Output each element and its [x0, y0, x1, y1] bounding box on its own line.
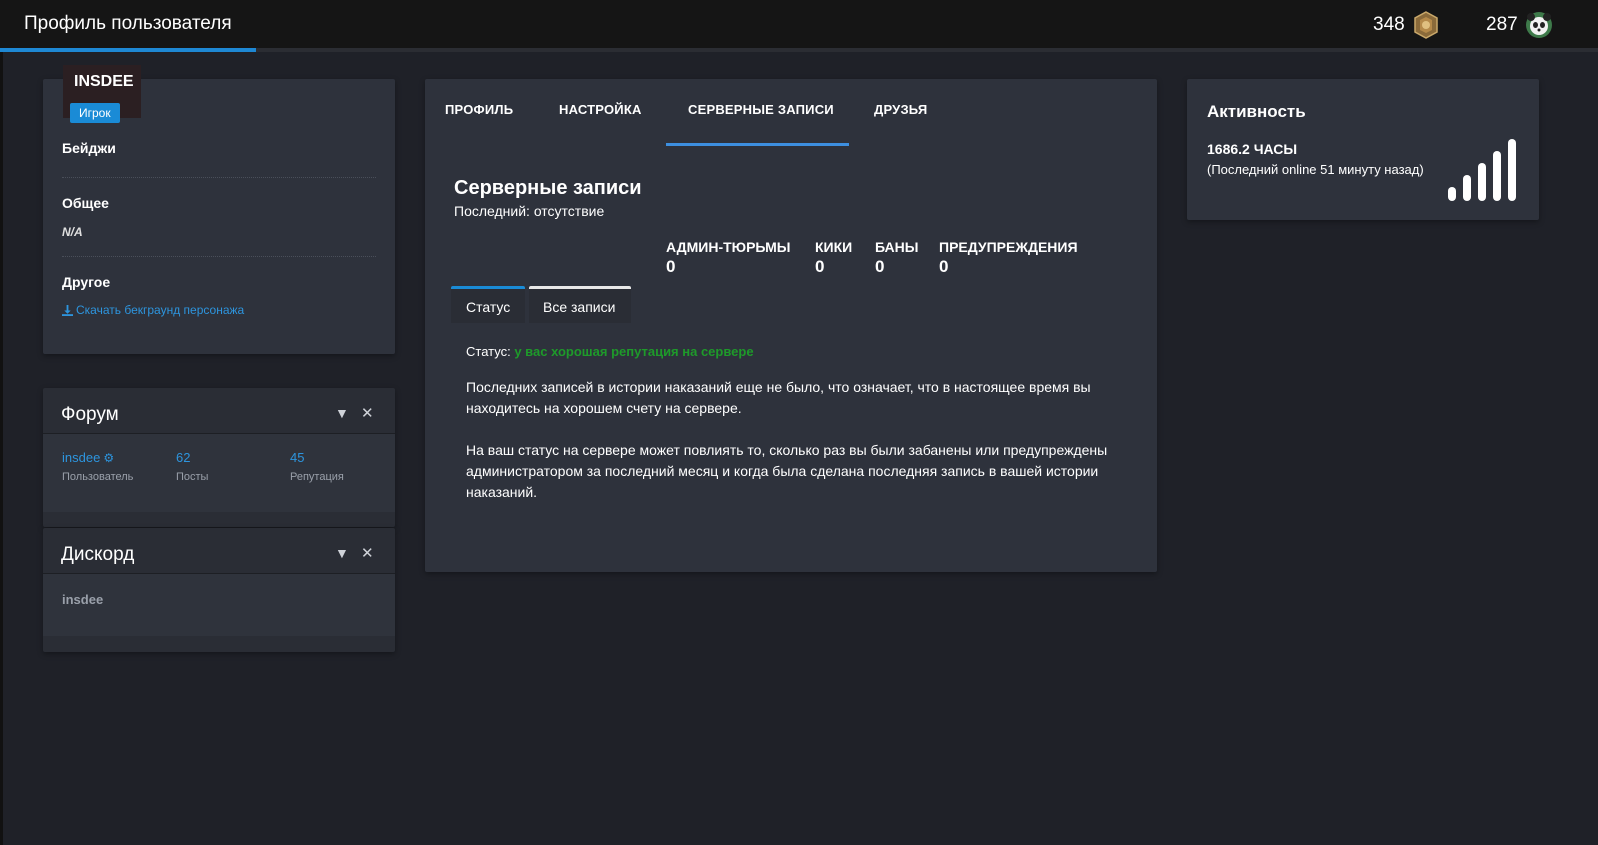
forum-widget-header: Форум ▼ ✕ [43, 388, 395, 434]
counter-value: 0 [875, 257, 885, 276]
close-icon[interactable]: ✕ [361, 544, 374, 562]
subtab-all-indicator [529, 286, 631, 289]
status-paragraph-2: На ваш статус на сервере может повлиять … [466, 442, 1108, 500]
tab-profile[interactable]: ПРОФИЛЬ [445, 102, 513, 117]
forum-rep-caption: Репутация [290, 471, 344, 483]
status-label: Статус: [466, 344, 511, 359]
download-icon [62, 304, 73, 316]
counter-label: БАНЫ [875, 239, 919, 255]
collapse-icon[interactable]: ▼ [335, 545, 349, 561]
general-value: N/A [62, 225, 83, 239]
tab-settings[interactable]: НАСТРОЙКА [559, 102, 642, 117]
counter-admin-jail: АДМИН-ТЮРЬМЫ 0 [666, 239, 791, 277]
counter-value: 0 [939, 257, 949, 276]
other-label: Другое [62, 274, 111, 290]
gear-icon[interactable]: ⚙ [103, 451, 114, 465]
activity-title: Активность [1207, 102, 1306, 121]
stat-medal-value: 348 [1373, 14, 1405, 35]
counter-value: 0 [815, 257, 825, 276]
subtab-status[interactable]: Статус [466, 299, 510, 315]
stat-panda-value: 287 [1486, 14, 1518, 35]
activity-last-online: (Последний online 51 минуту назад) [1207, 162, 1424, 177]
status-paragraph-1: Последних записей в истории наказаний ещ… [466, 379, 1091, 416]
forum-widget-body: insdee ⚙ Пользователь 62 Посты 45 Репута… [43, 434, 395, 512]
counter-label: ПРЕДУПРЕЖДЕНИЯ [939, 239, 1078, 255]
subtab-all-records[interactable]: Все записи [543, 299, 615, 315]
download-background-link[interactable]: Скачать бекграунд персонажа [62, 303, 244, 317]
server-records-card: ПРОФИЛЬ НАСТРОЙКА СЕРВЕРНЫЕ ЗАПИСИ ДРУЗЬ… [425, 79, 1157, 572]
forum-user-caption: Пользователь [62, 471, 134, 483]
stat-medal[interactable]: 348 [1373, 10, 1441, 40]
forum-title: Форум [61, 404, 119, 425]
counter-label: АДМИН-ТЮРЬМЫ [666, 239, 791, 255]
discord-widget-body: insdee [43, 574, 395, 636]
signal-bar [1448, 187, 1456, 201]
role-badge: Игрок [70, 103, 120, 123]
badges-label: Бейджи [62, 140, 116, 156]
forum-user: insdee ⚙ Пользователь [62, 450, 133, 483]
counter-label: КИКИ [815, 239, 853, 255]
section-subtitle: Последний: отсутствие [454, 203, 605, 219]
signal-icon [1448, 139, 1516, 201]
general-label: Общее [62, 195, 109, 211]
forum-posts-caption: Посты [176, 471, 209, 483]
discord-widget-header: Дискорд ▼ ✕ [43, 528, 395, 574]
discord-username: insdee [62, 592, 104, 607]
activity-hours: 1686.2 ЧАСЫ [1207, 141, 1298, 157]
medal-icon [1411, 10, 1441, 40]
active-tab-indicator [666, 143, 849, 146]
top-progress-track [0, 48, 1598, 52]
stat-panda[interactable]: 287 [1486, 10, 1554, 40]
forum-reputation: 45 Репутация [290, 450, 344, 483]
forum-posts-value[interactable]: 62 [176, 450, 208, 465]
subtab-status-indicator [451, 286, 525, 289]
page-title: Профиль пользователя [24, 13, 232, 34]
collapse-icon[interactable]: ▼ [335, 405, 349, 421]
download-link-label: Скачать бекграунд персонажа [76, 303, 245, 317]
forum-posts: 62 Посты [176, 450, 208, 483]
signal-bar [1463, 175, 1471, 201]
section-title: Серверные записи [454, 177, 642, 199]
tab-friends[interactable]: ДРУЗЬЯ [874, 102, 927, 117]
counter-kicks: КИКИ 0 [815, 239, 852, 277]
panda-icon [1524, 10, 1554, 40]
status-value: у вас хорошая репутация на сервере [514, 344, 754, 359]
left-edge [0, 52, 3, 845]
forum-user-link[interactable]: insdee [62, 450, 100, 465]
top-bar: Профиль пользователя 348 287 [0, 0, 1598, 48]
profile-card: INSDEE Игрок Бейджи Общее N/A Другое Ска… [43, 65, 395, 354]
signal-bar [1478, 163, 1486, 201]
divider [62, 177, 376, 178]
discord-title: Дискорд [61, 544, 135, 565]
discord-widget: Дискорд ▼ ✕ insdee [43, 528, 395, 652]
counter-warnings: ПРЕДУПРЕЖДЕНИЯ 0 [939, 239, 1078, 277]
counter-bans: БАНЫ 0 [875, 239, 918, 277]
signal-bar [1508, 139, 1516, 201]
divider [62, 256, 376, 257]
close-icon[interactable]: ✕ [361, 404, 374, 422]
signal-bar [1493, 151, 1501, 201]
forum-widget: Форум ▼ ✕ insdee ⚙ Пользователь 62 Посты… [43, 388, 395, 527]
forum-rep-value[interactable]: 45 [290, 450, 344, 465]
top-progress-fill [0, 48, 256, 52]
activity-card: Активность 1686.2 ЧАСЫ (Последний online… [1187, 79, 1539, 220]
username: INSDEE [74, 73, 134, 90]
status-line: Статус: у вас хорошая репутация на серве… [466, 344, 754, 359]
tab-server-records[interactable]: СЕРВЕРНЫЕ ЗАПИСИ [688, 102, 834, 117]
counter-value: 0 [666, 257, 676, 276]
